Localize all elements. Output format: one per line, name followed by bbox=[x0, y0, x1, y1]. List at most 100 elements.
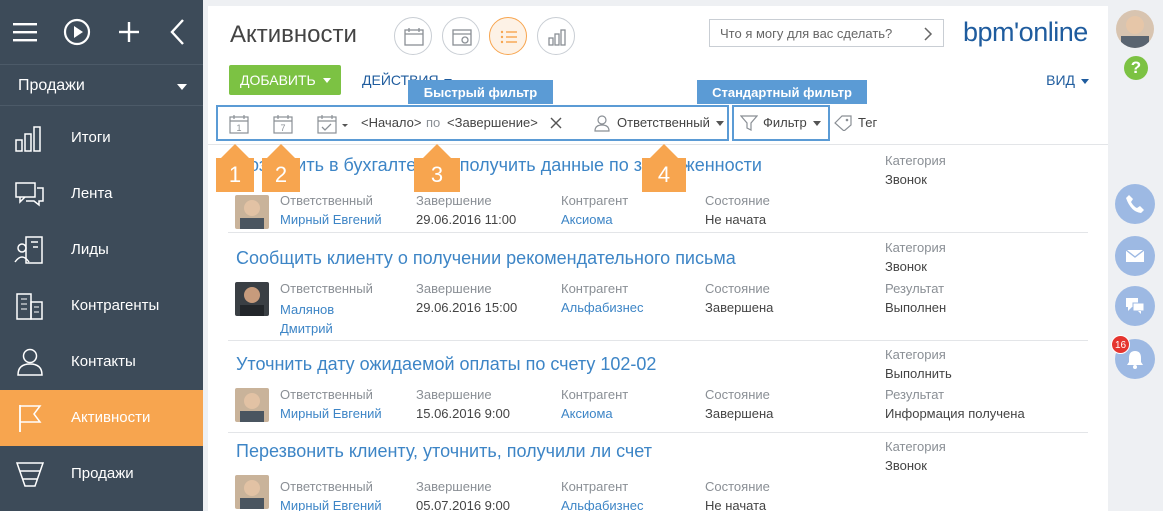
tag-filter-button[interactable]: Тег bbox=[858, 115, 877, 130]
week-filter-button[interactable]: 7 bbox=[272, 113, 294, 140]
analytics-view-button[interactable] bbox=[537, 17, 575, 55]
chat-icon bbox=[1126, 298, 1145, 314]
avatar bbox=[235, 388, 269, 422]
owner-link[interactable]: Мирный Евгений bbox=[280, 406, 382, 421]
add-button[interactable]: ДОБАВИТЬ bbox=[229, 65, 341, 95]
sidebar: Продажи Итоги Лента Лиды Контрагенты Кон… bbox=[0, 0, 203, 511]
due-value: 29.06.2016 15:00 bbox=[416, 300, 518, 315]
result-value: Информация получена bbox=[885, 406, 1025, 421]
standard-filter-caption: Стандартный фильтр bbox=[697, 80, 867, 104]
sidebar-item-accounts[interactable]: Контрагенты bbox=[0, 278, 203, 334]
owner-link[interactable]: Мирный Евгений bbox=[280, 498, 382, 511]
standard-filter-button[interactable]: Фильтр bbox=[763, 115, 822, 130]
menu-icon[interactable] bbox=[10, 14, 42, 50]
email-button[interactable] bbox=[1115, 236, 1155, 276]
owner-filter-button[interactable]: Ответственный bbox=[617, 115, 725, 130]
owner-caption: Ответственный bbox=[280, 281, 373, 296]
result-caption: Результат bbox=[885, 281, 945, 296]
view-button[interactable]: ВИД bbox=[1046, 72, 1089, 88]
chevron-down-icon bbox=[323, 78, 331, 83]
callout-4-badge: 4 bbox=[642, 158, 686, 192]
status-caption: Состояние bbox=[705, 387, 770, 402]
help-icon[interactable]: ? bbox=[1124, 56, 1148, 80]
day-filter-button[interactable]: 1 bbox=[228, 113, 250, 140]
calendar-icon bbox=[404, 28, 424, 46]
feed-icon bbox=[14, 178, 46, 210]
calendar-check-icon bbox=[317, 115, 348, 134]
sidebar-item-contacts[interactable]: Контакты bbox=[0, 334, 203, 390]
close-icon[interactable] bbox=[549, 116, 563, 135]
category-value: Звонок bbox=[885, 259, 927, 274]
phone-icon bbox=[1126, 195, 1144, 213]
sidebar-item-activities[interactable]: Активности bbox=[0, 390, 203, 446]
period-start-link[interactable]: <Начало> bbox=[361, 115, 421, 130]
category-caption: Категория bbox=[885, 240, 946, 255]
callout-3-badge: 3 bbox=[414, 158, 460, 192]
contacts-icon bbox=[14, 346, 46, 378]
callout-1-badge: 1 bbox=[216, 158, 254, 192]
account-link[interactable]: Аксиома bbox=[561, 406, 613, 421]
phone-button[interactable] bbox=[1115, 184, 1155, 224]
sidebar-item-label: Контрагенты bbox=[71, 297, 160, 314]
list-view-button[interactable] bbox=[489, 17, 527, 55]
activity-title-link[interactable]: Перезвонить клиенту, уточнить, получили … bbox=[236, 441, 652, 462]
plus-icon[interactable] bbox=[113, 14, 145, 50]
account-caption: Контрагент bbox=[561, 281, 629, 296]
due-value: 29.06.2016 11:00 bbox=[416, 212, 517, 227]
funnel-icon bbox=[14, 458, 46, 490]
logo: bpm'online bbox=[963, 17, 1088, 47]
chevron-down-icon bbox=[716, 121, 725, 127]
sidebar-item-feed[interactable]: Лента bbox=[0, 166, 203, 222]
leads-icon bbox=[14, 234, 46, 266]
chevron-down-icon bbox=[813, 121, 822, 127]
calendar-day-icon: 1 bbox=[229, 115, 249, 134]
command-line-input[interactable]: Что я могу для вас сделать? bbox=[709, 19, 944, 47]
chevron-down-icon bbox=[177, 84, 187, 90]
account-link[interactable]: Альфабизнес bbox=[561, 300, 644, 315]
quick-filter-caption: Быстрый фильтр bbox=[408, 80, 553, 104]
period-end-link[interactable]: <Завершение> bbox=[447, 115, 538, 130]
account-link[interactable]: Альфабизнес bbox=[561, 498, 644, 511]
section-selector[interactable]: Продажи bbox=[0, 64, 203, 106]
list-item[interactable]: Уточнить дату ожидаемой оплаты по счету … bbox=[228, 343, 1088, 433]
account-link[interactable]: Аксиома bbox=[561, 212, 613, 227]
filter-funnel-icon bbox=[739, 114, 759, 137]
callout-2-arrow bbox=[267, 144, 295, 158]
owner-filter-label: Ответственный bbox=[617, 115, 710, 130]
period-filter-button[interactable] bbox=[316, 113, 352, 140]
sidebar-toolbar bbox=[0, 0, 203, 64]
email-icon bbox=[1125, 249, 1145, 262]
flag-icon bbox=[14, 402, 46, 434]
sidebar-item-leads[interactable]: Лиды bbox=[0, 222, 203, 278]
schedule-view-button[interactable] bbox=[442, 17, 480, 55]
result-value: Выполнен bbox=[885, 300, 947, 315]
activity-title-link[interactable]: Сообщить клиенту о получении рекомендате… bbox=[236, 248, 736, 269]
owner-link[interactable]: Малянов Дмитрий bbox=[280, 300, 360, 338]
calendar-pin-icon bbox=[452, 29, 472, 46]
account-caption: Контрагент bbox=[561, 479, 629, 494]
owner-link[interactable]: Мирный Евгений bbox=[280, 212, 382, 227]
period-separator: по bbox=[426, 115, 441, 130]
status-value: Завершена bbox=[705, 406, 774, 421]
page-title: Активности bbox=[230, 21, 357, 48]
tag-icon bbox=[834, 115, 852, 136]
callout-1-arrow bbox=[221, 144, 249, 158]
profile-avatar[interactable] bbox=[1116, 10, 1154, 48]
collapse-chevron-icon[interactable] bbox=[165, 14, 197, 50]
play-icon[interactable] bbox=[60, 14, 92, 50]
list-item[interactable]: Сообщить клиенту о получении рекомендате… bbox=[228, 236, 1088, 341]
calendar-view-button[interactable] bbox=[394, 17, 432, 55]
avatar bbox=[235, 475, 269, 509]
sidebar-item-sales[interactable]: Продажи bbox=[0, 446, 203, 502]
category-caption: Категория bbox=[885, 153, 946, 168]
list-item[interactable]: Перезвонить клиенту, уточнить, получили … bbox=[228, 435, 1088, 511]
status-value: Не начата bbox=[705, 212, 767, 227]
due-caption: Завершение bbox=[416, 479, 492, 494]
activity-title-link[interactable]: Уточнить дату ожидаемой оплаты по счету … bbox=[236, 354, 656, 375]
chevron-right-icon[interactable] bbox=[923, 27, 933, 46]
chat-button[interactable] bbox=[1115, 286, 1155, 326]
sidebar-item-dashboard[interactable]: Итоги bbox=[0, 110, 203, 166]
view-button-label: ВИД bbox=[1046, 72, 1075, 88]
callout-2-badge: 2 bbox=[262, 158, 300, 192]
sidebar-item-label: Итоги bbox=[71, 129, 111, 146]
